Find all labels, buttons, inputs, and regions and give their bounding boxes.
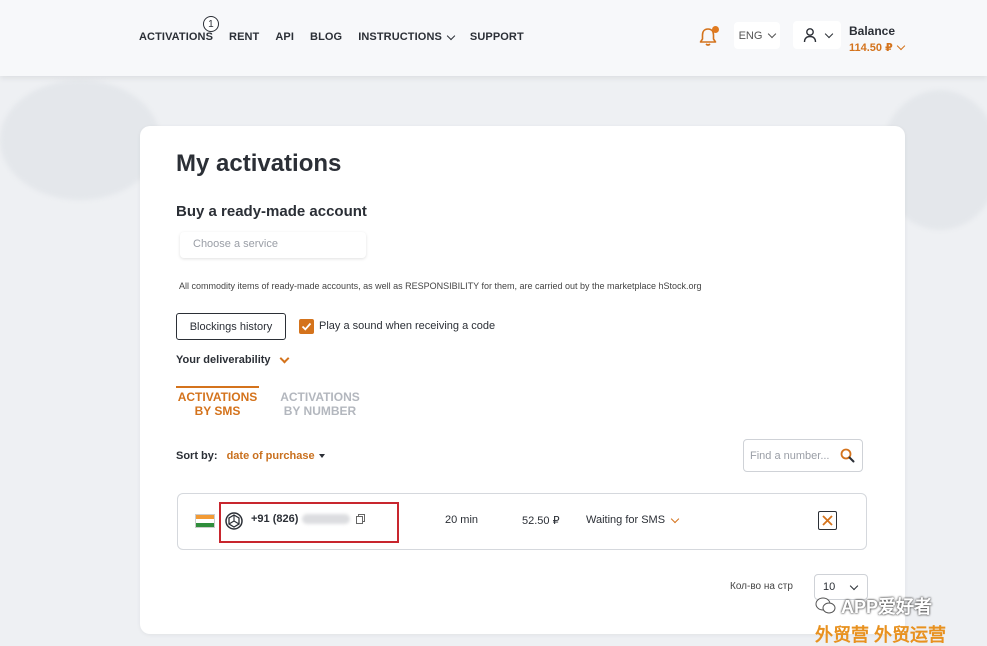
blockings-history-button[interactable]: Blockings history [176,313,286,340]
user-icon [803,28,817,43]
nav-item-rent[interactable]: RENT [229,31,259,43]
sound-checkbox[interactable] [299,319,314,334]
per-page-label: Кол-во на стр [730,581,793,592]
close-icon [822,515,833,526]
caret-down-icon [318,454,325,458]
watermark-line2: 外贸营 外贸运营 [815,625,947,645]
nav-item-support[interactable]: SUPPORT [470,31,524,43]
sort-value: date of purchase [226,450,315,462]
deliverability-label: Your deliverability [176,354,271,366]
tab-label-line1: ACTIVATIONS [177,390,258,404]
page-title: My activations [176,150,342,177]
nav-label: BLOG [310,31,343,43]
chevron-down-icon [768,29,777,39]
india-flag-icon [195,514,215,528]
chevron-down-icon [670,514,680,523]
deliverability-toggle[interactable]: Your deliverability [176,353,290,366]
balance-value[interactable]: 114.50 ₽ [849,41,905,54]
top-header: ACTIVATIONS 1 RENT API BLOG INSTRUCTIONS… [0,0,987,76]
nav-label: API [275,31,295,43]
nav-item-activations[interactable]: ACTIVATIONS 1 [139,16,219,43]
tab-label-line2: BY SMS [194,404,241,418]
watermark-text: APP爱好者 [841,597,933,617]
sort-dropdown[interactable]: date of purchase [227,450,325,462]
notification-dot [712,26,719,33]
buy-account-title: Buy a ready-made account [176,203,367,220]
tab-activations-by-sms[interactable]: ACTIVATIONS BY SMS [176,386,259,418]
activation-duration: 20 min [445,514,479,526]
redacted-digits [302,514,351,524]
sort-control: Sort by: date of purchase [176,450,325,462]
language-select[interactable]: ENG [734,22,780,49]
chevron-down-icon [279,353,290,364]
balance-amount: 114.50 ₽ [849,42,893,54]
main-nav: ACTIVATIONS 1 RENT API BLOG INSTRUCTIONS… [139,16,524,43]
language-value: ENG [738,29,763,42]
chevron-down-icon [446,31,456,40]
watermark: APP爱好者 外贸营 外贸运营 [815,593,946,646]
wechat-icon [815,597,836,614]
nav-item-blog[interactable]: BLOG [310,31,342,43]
service-select[interactable]: Choose a service [180,232,366,258]
nav-label: INSTRUCTIONS [358,31,442,43]
nav-label: ACTIVATIONS [139,31,214,43]
checkmark-icon [301,322,312,331]
nav-item-api[interactable]: API [275,31,294,43]
chevron-down-icon [824,29,834,38]
background-shape [0,80,160,200]
user-menu-button[interactable] [793,21,841,49]
chevron-down-icon [896,41,905,51]
balance-label: Balance [849,24,896,38]
tab-label-line2: BY NUMBER [283,404,357,418]
copy-icon[interactable] [356,514,366,524]
phone-number: +91 (826) [251,513,366,525]
tab-label-line1: ACTIVATIONS [280,390,360,404]
notification-button[interactable] [697,26,719,48]
per-page-value: 10 [823,581,836,593]
sort-label: Sort by: [176,450,218,462]
tab-activations-by-number[interactable]: ACTIVATIONS BY NUMBER [278,386,362,418]
chevron-down-icon [849,581,859,590]
sound-checkbox-label: Play a sound when receiving a code [319,320,496,332]
nav-item-instructions[interactable]: INSTRUCTIONS [358,31,456,43]
activations-card: My activations Buy a ready-made account … [140,126,905,634]
activation-status[interactable]: Waiting for SMS [586,514,680,526]
number-search [743,439,863,472]
watermark-line1: APP爱好者 [815,593,946,619]
nav-label: SUPPORT [469,31,524,43]
phone-number-text: +91 (826) [251,513,299,525]
activation-row: +91 (826) 20 min 52.50 ₽ Waiting for SMS [177,493,867,550]
status-text: Waiting for SMS [586,514,666,526]
activation-price: 52.50 ₽ [522,515,560,527]
activations-count-badge: 1 [203,16,219,32]
nav-label: RENT [229,31,260,43]
search-input[interactable] [744,440,834,471]
openai-icon [225,512,243,530]
cancel-activation-button[interactable] [818,511,837,530]
search-icon[interactable] [840,448,855,463]
marketplace-disclaimer: All commodity items of ready-made accoun… [179,281,702,291]
